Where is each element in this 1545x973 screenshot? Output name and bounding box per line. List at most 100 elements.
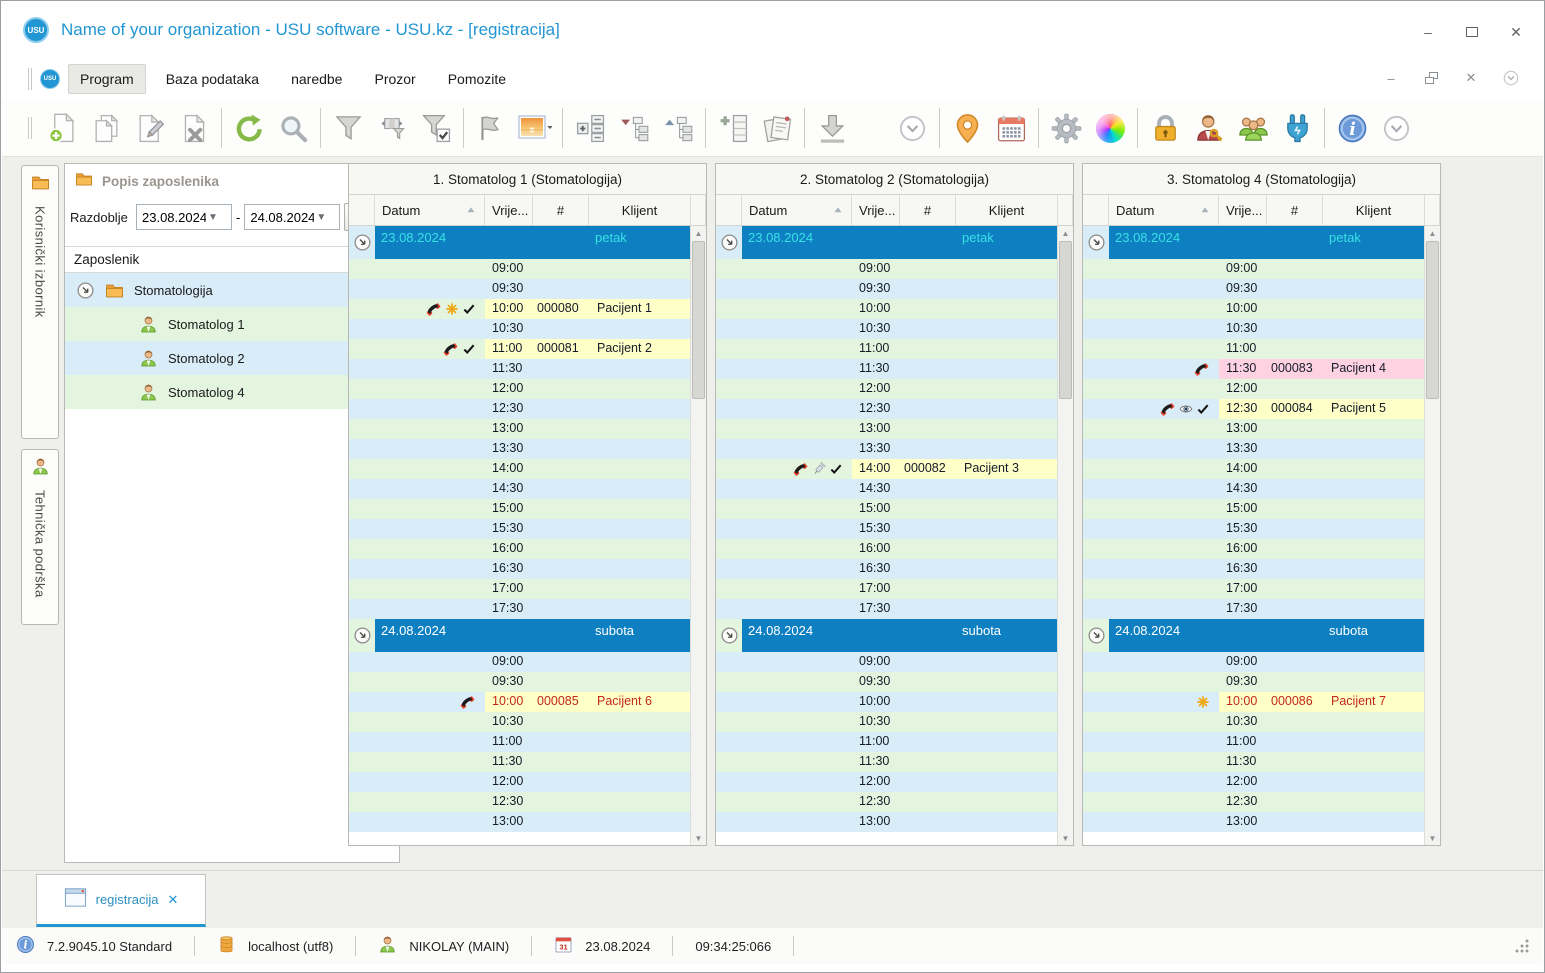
time-slot-row[interactable]: 10:30: [349, 319, 690, 339]
time-slot-row[interactable]: 10:00: [1083, 299, 1424, 319]
menu-chevron-circle-icon[interactable]: [1503, 70, 1519, 86]
column-header-klijent[interactable]: Klijent: [956, 195, 1058, 225]
appointment-row[interactable]: 11:00 000081 Pacijent 2: [349, 339, 690, 359]
time-slot-row[interactable]: 11:00: [716, 339, 1057, 359]
time-slot-row[interactable]: 17:30: [349, 599, 690, 619]
scroll-down-icon[interactable]: ▼: [1425, 831, 1440, 845]
time-slot-row[interactable]: 11:30: [716, 359, 1057, 379]
time-slot-row[interactable]: 12:00: [349, 772, 690, 792]
toolbar-button-chevron-circle[interactable]: [1374, 105, 1418, 151]
menu-item-baza-podataka[interactable]: Baza podataka: [154, 64, 271, 94]
time-slot-row[interactable]: 11:00: [716, 732, 1057, 752]
column-header-#[interactable]: #: [900, 195, 956, 225]
menu-item-prozor[interactable]: Prozor: [362, 64, 427, 94]
time-slot-row[interactable]: 17:30: [716, 599, 1057, 619]
time-slot-row[interactable]: 14:00: [349, 459, 690, 479]
time-slot-row[interactable]: 16:00: [349, 539, 690, 559]
toolbar-button-expand-groups[interactable]: [568, 105, 612, 151]
toolbar-grip[interactable]: [28, 117, 32, 139]
mdi-minimize-button[interactable]: –: [1383, 70, 1399, 86]
column-header-klijent[interactable]: Klijent: [1323, 195, 1425, 225]
column-header-vrije[interactable]: Vrije...: [852, 195, 900, 225]
time-slot-row[interactable]: 09:00: [349, 652, 690, 672]
mdi-restore-button[interactable]: [1423, 70, 1439, 86]
column-header-vrije[interactable]: Vrije...: [1219, 195, 1267, 225]
time-slot-row[interactable]: 12:00: [716, 379, 1057, 399]
scrollbar-thumb[interactable]: [1059, 241, 1072, 399]
time-slot-row[interactable]: 12:30: [1083, 792, 1424, 812]
date-band-row[interactable]: 23.08.2024 petak: [716, 226, 1057, 259]
time-slot-row[interactable]: 09:30: [1083, 672, 1424, 692]
time-slot-row[interactable]: 12:30: [716, 792, 1057, 812]
toolbar-button-new-document[interactable]: [40, 105, 84, 151]
toolbar-button-image[interactable]: [513, 105, 557, 151]
time-slot-row[interactable]: 12:30: [349, 792, 690, 812]
time-slot-row[interactable]: 11:30: [1083, 752, 1424, 772]
time-slot-row[interactable]: 09:30: [716, 279, 1057, 299]
menu-grip[interactable]: [28, 68, 32, 90]
toolbar-button-add-column[interactable]: [711, 105, 755, 151]
column-header-#[interactable]: #: [533, 195, 589, 225]
toolbar-button-filter-checked[interactable]: [414, 105, 458, 151]
time-slot-row[interactable]: 16:30: [716, 559, 1057, 579]
time-slot-row[interactable]: 11:00: [349, 732, 690, 752]
time-slot-row[interactable]: 09:00: [716, 652, 1057, 672]
panel-scrollbar[interactable]: ▲ ▼: [1424, 226, 1440, 845]
toolbar-button-reports[interactable]: [755, 105, 799, 151]
time-slot-row[interactable]: 13:00: [1083, 812, 1424, 832]
time-slot-row[interactable]: 17:00: [349, 579, 690, 599]
time-slot-row[interactable]: 13:30: [349, 439, 690, 459]
tab-close-icon[interactable]: ✕: [167, 892, 178, 908]
toolbar-button-search[interactable]: [271, 105, 315, 151]
scroll-up-icon[interactable]: ▲: [1425, 226, 1440, 240]
toolbar-button-user-key[interactable]: [1187, 105, 1231, 151]
resize-grip[interactable]: [1515, 939, 1529, 953]
toolbar-button-users-group[interactable]: [1231, 105, 1275, 151]
mdi-close-button[interactable]: ✕: [1463, 70, 1479, 86]
time-slot-row[interactable]: 12:00: [349, 379, 690, 399]
toolbar-button-collapse-tree[interactable]: [656, 105, 700, 151]
toolbar-button-flag[interactable]: [469, 105, 513, 151]
time-slot-row[interactable]: 10:00: [716, 692, 1057, 712]
time-slot-row[interactable]: 16:30: [1083, 559, 1424, 579]
time-slot-row[interactable]: 14:30: [716, 479, 1057, 499]
scroll-down-icon[interactable]: ▼: [1058, 831, 1073, 845]
scrollbar-thumb[interactable]: [1426, 241, 1439, 399]
toolbar-button-filter[interactable]: [326, 105, 370, 151]
date-band-row[interactable]: 24.08.2024 subota: [1083, 619, 1424, 652]
date-band-row[interactable]: 23.08.2024 petak: [349, 226, 690, 259]
time-slot-row[interactable]: 09:30: [1083, 279, 1424, 299]
time-slot-row[interactable]: 13:00: [716, 419, 1057, 439]
toolbar-button-edit-document[interactable]: [128, 105, 172, 151]
toolbar-button-filter-columns[interactable]: [370, 105, 414, 151]
time-slot-row[interactable]: 11:00: [1083, 339, 1424, 359]
panel-scrollbar[interactable]: ▲ ▼: [690, 226, 706, 845]
toolbar-button-info[interactable]: i: [1330, 105, 1374, 151]
date-from-combo[interactable]: 23.08.2024 ▼: [136, 204, 232, 230]
toolbar-button-expand-tree[interactable]: [612, 105, 656, 151]
toolbar-button-delete-document[interactable]: [172, 105, 216, 151]
date-to-combo[interactable]: 24.08.2024 ▼: [244, 204, 341, 230]
maximize-button[interactable]: [1461, 24, 1483, 40]
time-slot-row[interactable]: 15:00: [716, 499, 1057, 519]
time-slot-row[interactable]: 13:30: [716, 439, 1057, 459]
time-slot-row[interactable]: 12:00: [1083, 379, 1424, 399]
time-slot-row[interactable]: 12:00: [716, 772, 1057, 792]
time-slot-row[interactable]: 16:00: [1083, 539, 1424, 559]
time-slot-row[interactable]: 13:00: [349, 419, 690, 439]
time-slot-row[interactable]: 15:30: [1083, 519, 1424, 539]
time-slot-row[interactable]: 11:30: [349, 752, 690, 772]
time-slot-row[interactable]: 10:30: [1083, 319, 1424, 339]
toolbar-button-settings-gear[interactable]: [1044, 105, 1088, 151]
panel-scrollbar[interactable]: ▲ ▼: [1057, 226, 1073, 845]
menu-item-program[interactable]: Program: [68, 64, 146, 94]
sidebar-tab-user-menu[interactable]: Korisnički izbornik: [21, 165, 59, 439]
time-slot-row[interactable]: 17:00: [716, 579, 1057, 599]
appointment-row[interactable]: 11:30 000083 Pacijent 4: [1083, 359, 1424, 379]
menu-item-naredbe[interactable]: naredbe: [279, 64, 354, 94]
time-slot-row[interactable]: 10:00: [716, 299, 1057, 319]
toolbar-button-chevron-circle[interactable]: [890, 105, 934, 151]
column-header-klijent[interactable]: Klijent: [589, 195, 691, 225]
toolbar-button-copy-document[interactable]: [84, 105, 128, 151]
time-slot-row[interactable]: 09:30: [349, 279, 690, 299]
